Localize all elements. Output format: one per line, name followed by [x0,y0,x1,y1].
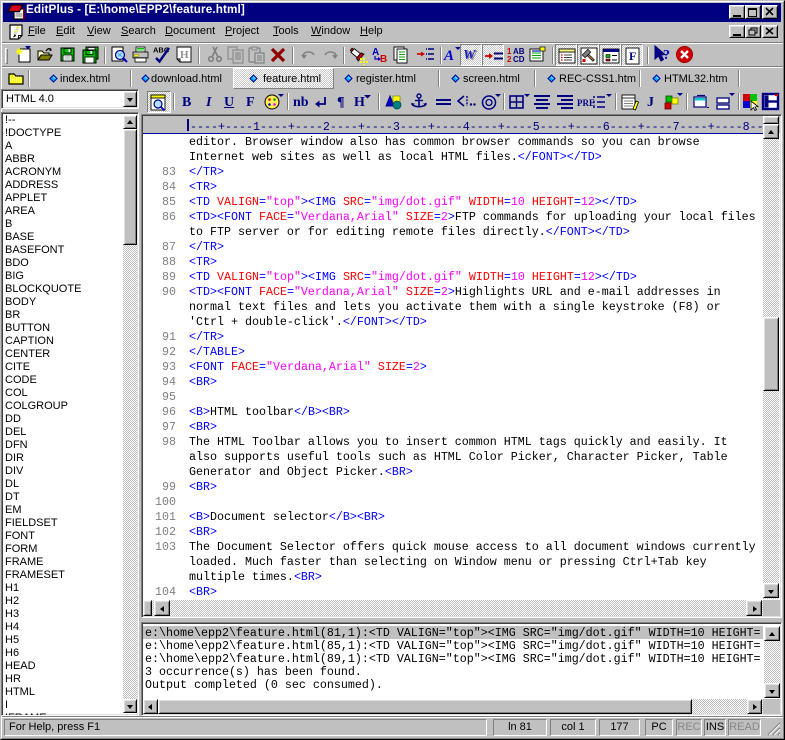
svg-text:W: W [463,48,477,63]
svg-text:F: F [629,49,636,63]
svg-text:2: 2 [507,55,512,64]
svg-text:A: A [443,48,454,64]
svg-text:?: ? [663,48,670,63]
svg-text:B: B [380,54,387,65]
svg-text:H: H [180,49,189,61]
svg-text:CD: CD [513,55,525,64]
svg-text:A: A [372,47,379,58]
